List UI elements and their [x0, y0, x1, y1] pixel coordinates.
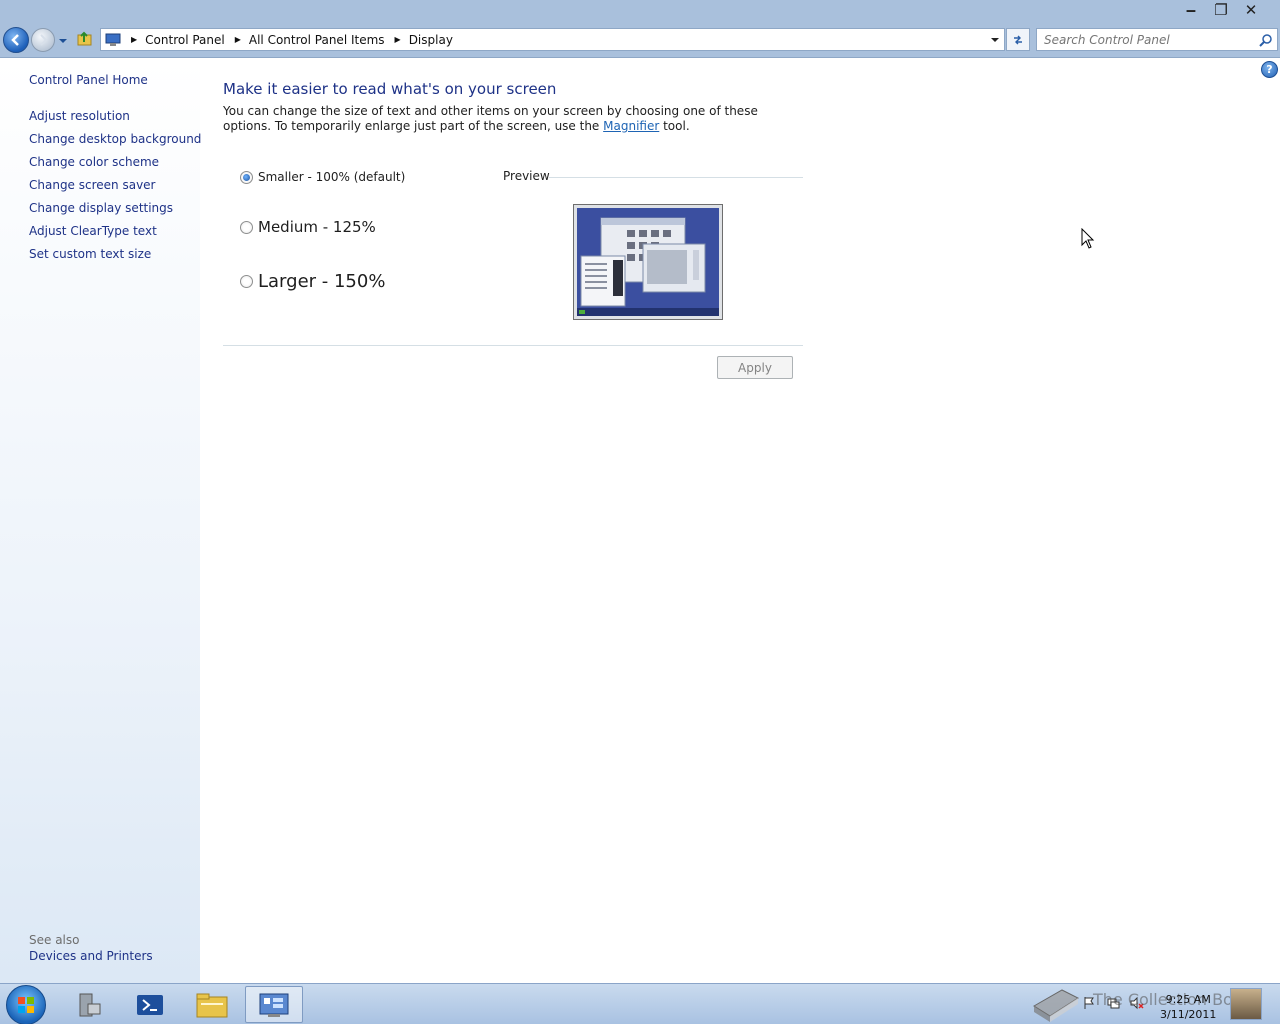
folder-icon: [196, 993, 228, 1017]
server-manager-icon: [79, 993, 101, 1016]
mouse-cursor-icon: [1081, 228, 1095, 249]
refresh-button[interactable]: [1006, 28, 1030, 51]
smaller-label[interactable]: Smaller - 100% (default): [258, 170, 405, 184]
taskbar-control-panel[interactable]: [245, 986, 303, 1023]
user-avatar: [1230, 988, 1262, 1020]
magnifier-link[interactable]: Magnifier: [603, 119, 659, 133]
start-button[interactable]: [6, 985, 46, 1024]
left-task-pane: Control Panel Home Adjust resolution Cha…: [0, 59, 201, 983]
address-history-chevron-down-icon[interactable]: [990, 35, 1000, 45]
up-folder-icon[interactable]: [76, 30, 94, 48]
control-panel-icon: [105, 33, 121, 46]
preview-divider: [549, 177, 803, 178]
maximize-button[interactable]: ❐: [1206, 0, 1236, 20]
taskbar-powershell[interactable]: [121, 986, 179, 1023]
medium-radio[interactable]: [240, 220, 253, 234]
taskbar-windows-explorer[interactable]: [183, 986, 241, 1023]
see-also-heading: See also: [29, 933, 80, 947]
content-divider: [223, 345, 803, 346]
option-smaller[interactable]: Smaller - 100% (default): [240, 170, 405, 184]
forward-button[interactable]: [31, 28, 55, 52]
adjust-resolution-link[interactable]: Adjust resolution: [29, 109, 130, 123]
minimize-button[interactable]: ‒: [1176, 0, 1206, 20]
control-panel-home-link[interactable]: Control Panel Home: [29, 73, 148, 87]
clock-time: 9:25 AM: [1165, 993, 1211, 1006]
breadcrumb-separator-icon[interactable]: ▶: [395, 35, 401, 44]
search-box[interactable]: [1036, 28, 1278, 51]
medium-label[interactable]: Medium - 125%: [258, 218, 376, 236]
set-custom-text-size-link[interactable]: Set custom text size: [29, 247, 151, 261]
book-logo-icon: [1033, 989, 1080, 1022]
help-icon[interactable]: ?: [1261, 61, 1278, 78]
description-text: You can change the size of text and othe…: [223, 104, 783, 134]
description-part-2: tool.: [659, 119, 690, 133]
search-input[interactable]: [1044, 32, 1244, 47]
breadcrumb-all-control-panel-items[interactable]: All Control Panel Items: [249, 33, 385, 47]
breadcrumb-separator-icon[interactable]: ▶: [235, 35, 241, 44]
arrow-left-icon: [11, 34, 19, 46]
change-screen-saver-link[interactable]: Change screen saver: [29, 178, 156, 192]
devices-and-printers-link[interactable]: Devices and Printers: [29, 949, 153, 963]
breadcrumb-control-panel[interactable]: Control Panel: [145, 33, 225, 47]
larger-radio[interactable]: [240, 275, 253, 288]
smaller-radio[interactable]: [240, 170, 253, 184]
option-larger[interactable]: Larger - 150%: [240, 271, 385, 292]
clock-date: 3/11/2011: [1160, 1008, 1217, 1021]
search-icon[interactable]: [1259, 33, 1273, 47]
recent-pages-chevron-down-icon[interactable]: [58, 36, 68, 46]
preview-label: Preview: [503, 169, 550, 183]
address-bar[interactable]: ▶ Control Panel ▶ All Control Panel Item…: [100, 28, 1005, 51]
change-display-settings-link[interactable]: Change display settings: [29, 201, 173, 215]
powershell-icon: [137, 994, 163, 1015]
preview-image: [573, 204, 723, 320]
system-clock[interactable]: 9:25 AM 3/11/2011: [1160, 992, 1216, 1022]
desktop-preview-icon: [577, 208, 719, 316]
taskbar-server-manager[interactable]: [60, 986, 118, 1023]
change-color-scheme-link[interactable]: Change color scheme: [29, 155, 159, 169]
apply-button[interactable]: Apply: [717, 356, 793, 379]
breadcrumb-display[interactable]: Display: [409, 33, 453, 47]
arrow-right-icon: [40, 34, 48, 46]
adjust-cleartype-text-link[interactable]: Adjust ClearType text: [29, 224, 157, 238]
larger-label[interactable]: Larger - 150%: [258, 271, 385, 292]
navigation-bar: ▶ Control Panel ▶ All Control Panel Item…: [0, 24, 1280, 58]
option-medium[interactable]: Medium - 125%: [240, 218, 376, 236]
control-panel-icon: [259, 993, 289, 1017]
refresh-icon: [1014, 35, 1022, 44]
change-desktop-background-link[interactable]: Change desktop background: [29, 132, 201, 146]
breadcrumb-separator-icon[interactable]: ▶: [131, 35, 137, 44]
window-controls: ‒ ❐ ✕: [1176, 0, 1266, 20]
taskbar: The Collection Book 9:25 AM 3/11/2011: [0, 983, 1280, 1024]
back-button[interactable]: [3, 27, 29, 53]
page-title: Make it easier to read what's on your sc…: [223, 80, 557, 98]
close-button[interactable]: ✕: [1236, 0, 1266, 20]
windows-logo-icon: [18, 997, 34, 1013]
